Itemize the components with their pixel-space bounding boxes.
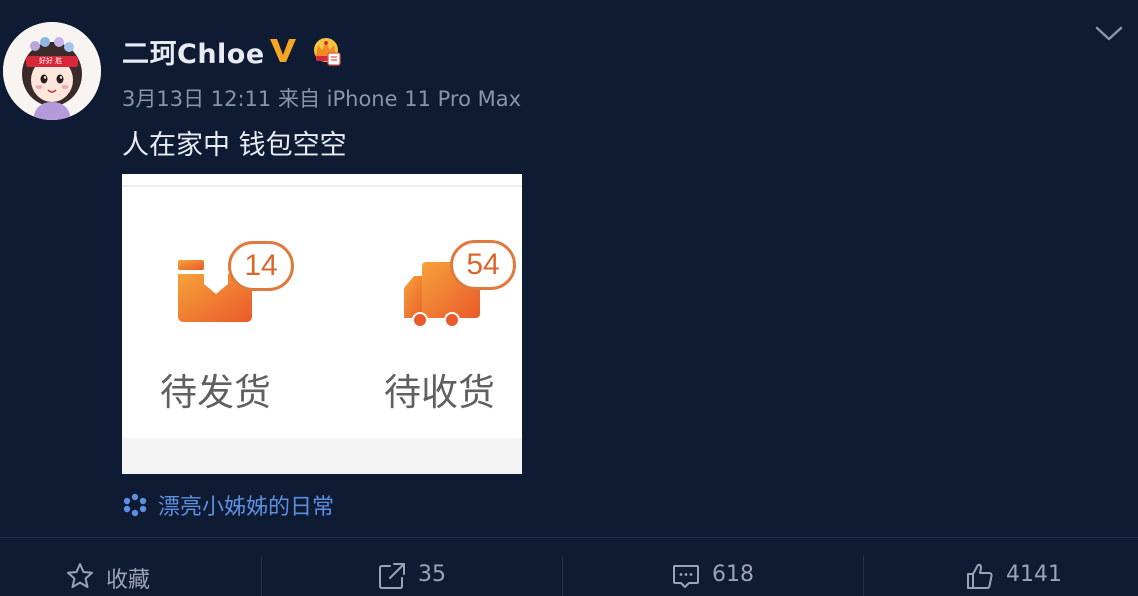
like-button[interactable]: 4141 xyxy=(966,558,1076,594)
image-bottom-band xyxy=(122,438,522,474)
crown-icon[interactable] xyxy=(310,36,342,66)
share-icon xyxy=(379,563,405,589)
comment-count: 618 xyxy=(712,562,754,587)
action-separator xyxy=(261,556,262,596)
repost-button[interactable]: 35 xyxy=(378,558,478,594)
post-meta: 3月13日 12:11 来自 iPhone 11 Pro Max xyxy=(122,83,521,113)
chevron-down-icon[interactable] xyxy=(1094,22,1124,44)
verified-icon xyxy=(270,39,296,62)
thumbs-up-icon xyxy=(967,563,993,589)
post-image[interactable]: 14 待发货 54 待收货 xyxy=(122,174,522,474)
favorite-button[interactable]: 收藏 xyxy=(66,558,176,594)
action-separator xyxy=(863,556,864,596)
weibo-post: 好好 胜 二珂Chloe 3月13日 12:11 来自 iPhone 11 Pr… xyxy=(0,0,1138,596)
avatar-illustration xyxy=(3,22,101,120)
comment-button[interactable]: 618 xyxy=(672,558,782,594)
comment-icon xyxy=(673,565,699,588)
pending-receipt-label: 待收货 xyxy=(384,371,495,414)
pending-shipment-count-badge: 14 xyxy=(228,241,294,291)
favorite-label: 收藏 xyxy=(106,568,151,593)
like-count: 4141 xyxy=(1006,562,1062,587)
post-timestamp[interactable]: 3月13日 12:11 xyxy=(122,87,271,111)
post-source-prefix: 来自 xyxy=(277,87,320,111)
star-icon xyxy=(67,563,93,588)
action-separator xyxy=(562,556,563,596)
topic-label: 漂亮小姊姊的日常 xyxy=(158,495,335,520)
pending-receipt-count-badge: 54 xyxy=(450,240,516,290)
repost-count: 35 xyxy=(418,562,446,587)
image-divider xyxy=(122,185,522,187)
post-text: 人在家中 钱包空空 xyxy=(122,130,347,161)
topic-asterisk-icon xyxy=(123,493,147,517)
action-bar-divider xyxy=(0,537,1138,538)
avatar[interactable]: 好好 胜 xyxy=(3,22,101,120)
post-device: iPhone 11 Pro Max xyxy=(326,87,522,111)
pending-shipment-label: 待发货 xyxy=(160,371,271,414)
username[interactable]: 二珂Chloe xyxy=(122,32,265,71)
avatar-caption: 好好 胜 xyxy=(39,57,63,65)
